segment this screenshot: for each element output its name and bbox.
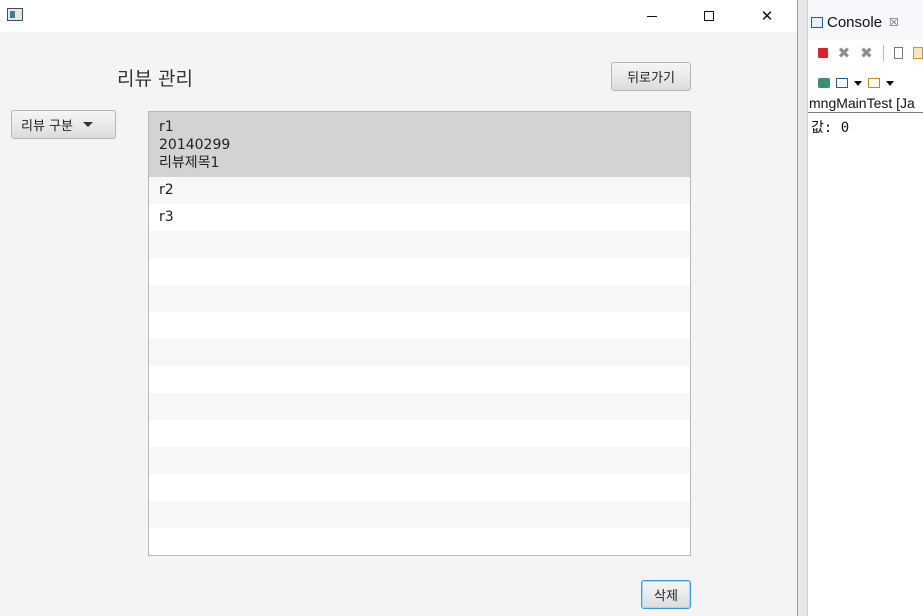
- display-console-icon[interactable]: [836, 78, 848, 88]
- app-window: ✕ 리뷰 관리 뒤로가기 리뷰 구분 r1 20140299 리뷰제목1 r2 …: [0, 0, 797, 616]
- console-toolbar: ✖ ✖: [808, 42, 923, 64]
- empty-list-row: [149, 501, 690, 528]
- clear-console-icon[interactable]: [893, 47, 904, 59]
- app-icon: [7, 8, 23, 21]
- console-tab-label: Console: [827, 14, 883, 31]
- empty-list-row: [149, 285, 690, 312]
- review-category-label: 리뷰 구분: [21, 119, 73, 134]
- page-title: 리뷰 관리: [117, 68, 193, 90]
- console-icon: [811, 17, 823, 28]
- chevron-down-icon[interactable]: [886, 80, 894, 86]
- empty-list-row: [149, 474, 690, 501]
- pin-console-icon[interactable]: [818, 78, 830, 88]
- open-console-icon[interactable]: [868, 78, 880, 88]
- console-tab-bar: Console ☒: [808, 0, 923, 40]
- review-category-menu-button[interactable]: 리뷰 구분: [11, 110, 116, 139]
- delete-button[interactable]: 삭제: [641, 580, 691, 609]
- scroll-lock-icon[interactable]: [913, 47, 923, 59]
- minimize-button[interactable]: [623, 0, 681, 32]
- divider: [808, 112, 923, 113]
- close-icon: ✕: [760, 7, 774, 25]
- window-divider: [797, 0, 808, 616]
- empty-list-row: [149, 393, 690, 420]
- close-button[interactable]: ✕: [738, 0, 796, 32]
- chevron-down-icon[interactable]: [854, 80, 862, 86]
- tab-close-icon[interactable]: ☒: [889, 16, 899, 29]
- back-button[interactable]: 뒤로가기: [611, 62, 691, 91]
- maximize-button[interactable]: [680, 0, 738, 32]
- chevron-down-icon: [82, 122, 93, 127]
- review-id: r1: [159, 119, 174, 135]
- terminate-icon[interactable]: [818, 48, 828, 58]
- eclipse-console-panel: Console ☒ ✖ ✖ mngMainTest [Ja 값: 0: [808, 0, 923, 616]
- list-item-selected[interactable]: r1 20140299 리뷰제목1: [149, 112, 690, 177]
- console-output: 값: 0: [811, 120, 850, 136]
- review-list[interactable]: r1 20140299 리뷰제목1 r2 r3: [148, 111, 691, 556]
- empty-list-row: [149, 339, 690, 366]
- console-toolbar-secondary: [808, 72, 923, 94]
- list-item[interactable]: r3: [149, 204, 690, 231]
- empty-list-row: [149, 366, 690, 393]
- empty-list-row: [149, 447, 690, 474]
- toolbar-separator: [882, 45, 884, 61]
- empty-list-row: [149, 312, 690, 339]
- empty-list-row: [149, 231, 690, 258]
- launch-config-label: mngMainTest [Ja: [809, 95, 915, 111]
- empty-list-row: [149, 420, 690, 447]
- empty-list-row: [149, 258, 690, 285]
- console-tab[interactable]: Console ☒: [811, 14, 899, 31]
- review-title: 리뷰제목1: [159, 155, 220, 171]
- minimize-icon: [647, 15, 657, 17]
- remove-all-launches-icon[interactable]: ✖: [860, 44, 873, 62]
- review-date: 20140299: [159, 137, 231, 153]
- maximize-icon: [704, 11, 714, 21]
- title-bar: ✕: [0, 0, 797, 32]
- list-item[interactable]: r2: [149, 177, 690, 204]
- empty-list-row: [149, 528, 690, 555]
- remove-launch-icon[interactable]: ✖: [838, 44, 851, 62]
